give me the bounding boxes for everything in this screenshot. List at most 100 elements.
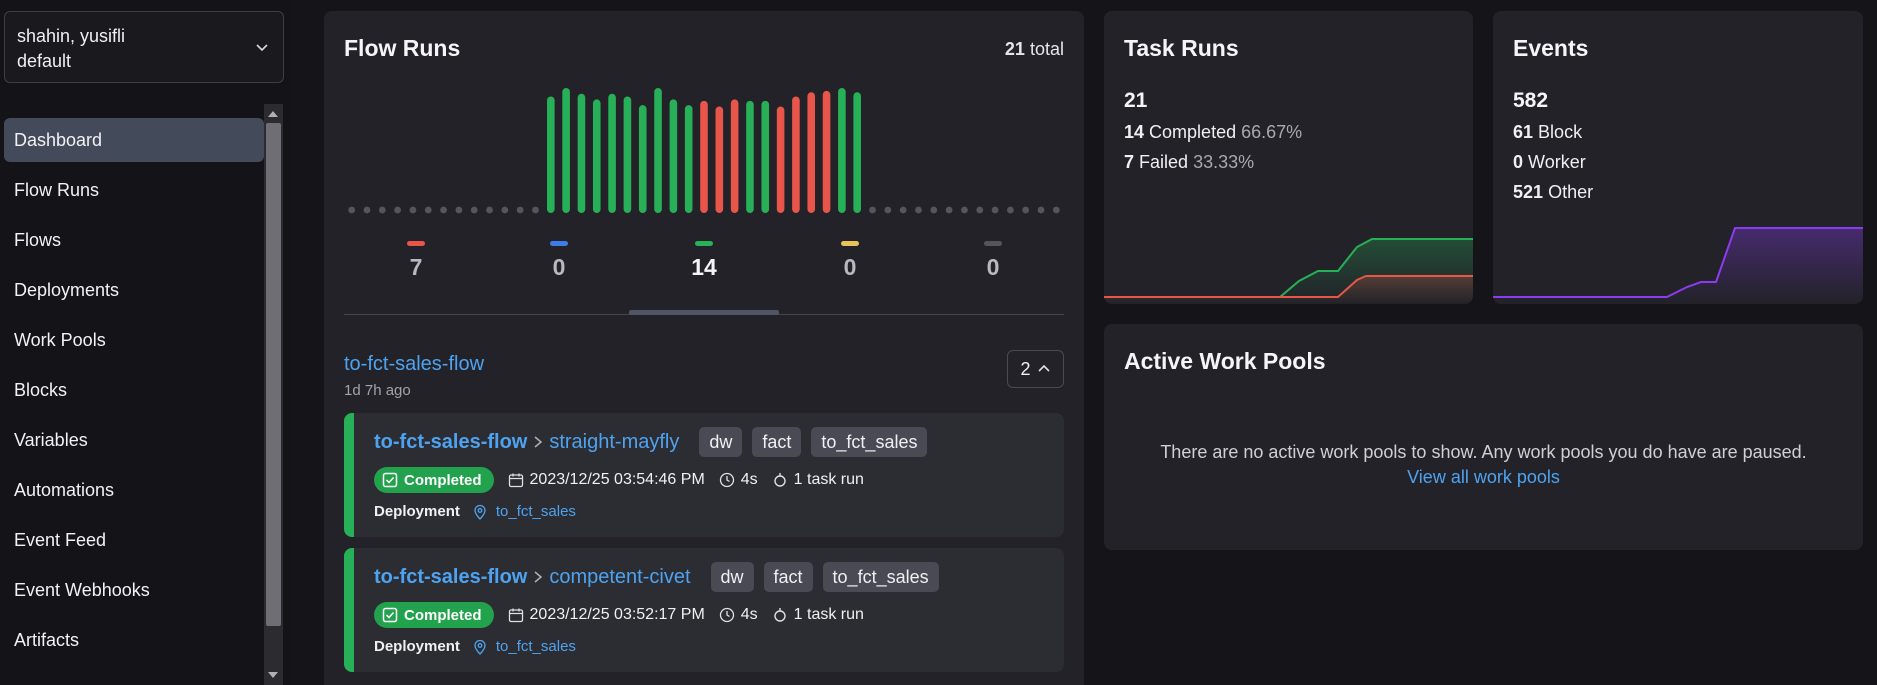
histogram-bar-completed[interactable] (638, 105, 647, 213)
state-tab-running[interactable]: 0 (529, 241, 589, 281)
empty-bucket-dot (486, 206, 493, 214)
flow-run-card[interactable]: to-fct-sales-flow competent-civet dw fac… (344, 548, 1064, 672)
state-color-pill (984, 241, 1002, 246)
nav-item-blocks[interactable]: Blocks (4, 368, 264, 412)
duration: 4s (740, 471, 758, 488)
histogram-bar-failed[interactable] (776, 106, 785, 214)
empty-bucket-dot (869, 206, 876, 214)
clock-icon (719, 607, 734, 623)
histogram-bar-completed[interactable] (547, 96, 555, 213)
histogram-bar-failed[interactable] (792, 96, 800, 213)
empty-bucket-dot (470, 206, 478, 214)
state-tab-failed[interactable]: 7 (386, 241, 446, 281)
collapse-group-button[interactable]: 2 (1007, 350, 1064, 388)
histogram-bar-failed[interactable] (822, 90, 831, 213)
empty-bucket-dot (394, 206, 402, 214)
run-name-link[interactable]: straight-mayfly (549, 431, 679, 454)
run-start-time: 2023/12/25 03:52:17 PM (508, 606, 705, 624)
empty-bucket-dot (991, 206, 999, 214)
empty-bucket-dot (378, 206, 386, 214)
empty-bucket-dot (1006, 206, 1014, 214)
active-tab-indicator (629, 310, 779, 315)
scroll-down-icon[interactable] (268, 672, 278, 678)
histogram-bar-completed[interactable] (838, 88, 846, 213)
histogram-bar-completed[interactable] (684, 105, 693, 213)
histogram-bar-failed[interactable] (715, 106, 724, 214)
state-count: 7 (409, 254, 423, 280)
histogram-bar-completed[interactable] (853, 92, 861, 213)
nav-item-dashboard[interactable]: Dashboard (4, 118, 264, 162)
block-count: 61 (1513, 122, 1534, 142)
histogram-bar-completed[interactable] (592, 99, 601, 213)
nav-item-event-webhooks[interactable]: Event Webhooks (4, 568, 264, 612)
workspace-name: default (17, 51, 72, 71)
scroll-up-icon[interactable] (268, 111, 278, 117)
completed-count: 14 (1124, 122, 1145, 142)
task-runs-card[interactable]: Task Runs 21 14 Completed 66.67% 7 Faile… (1104, 11, 1473, 304)
state-tab-pending[interactable]: 0 (820, 241, 880, 281)
flow-group-link[interactable]: to-fct-sales-flow (344, 353, 484, 376)
chevron-up-icon (1037, 364, 1050, 372)
worker-count: 0 (1513, 152, 1524, 172)
task-run-count: 1 task run (793, 471, 864, 488)
histogram-bar-completed[interactable] (577, 93, 586, 213)
flow-name-link[interactable]: to-fct-sales-flow (374, 566, 527, 589)
workspace-select[interactable]: shahin, yusifli default (4, 11, 284, 83)
flow-runs-histogram[interactable] (344, 81, 1064, 223)
nav-item-automations[interactable]: Automations (4, 468, 264, 512)
work-pools-empty-message: There are no active work pools to show. … (1160, 442, 1807, 462)
nav-item-artifacts[interactable]: Artifacts (4, 618, 264, 662)
flow-runs-total: 21 total (1005, 39, 1064, 60)
events-card[interactable]: Events 582 61 Block 0 Worker 521 Other (1493, 11, 1863, 304)
timestamp: 2023/12/25 03:52:17 PM (529, 606, 705, 623)
sidebar-scroll-thumb[interactable] (266, 123, 281, 626)
nav-item-event-feed[interactable]: Event Feed (4, 518, 264, 562)
chevron-right-icon (534, 571, 543, 583)
events-total: 582 (1513, 89, 1549, 112)
state-count: 0 (552, 254, 566, 280)
histogram-bar-completed[interactable] (761, 100, 770, 213)
histogram-bar-completed[interactable] (623, 96, 632, 213)
empty-bucket-dot (899, 206, 907, 214)
deployment-link[interactable]: to_fct_sales (496, 638, 576, 655)
calendar-icon (508, 608, 523, 623)
histogram-bar-completed[interactable] (746, 100, 754, 213)
status-label: Completed (404, 606, 482, 624)
deployment-link[interactable]: to_fct_sales (496, 503, 576, 520)
state-tab-cancelled[interactable]: 0 (963, 241, 1023, 281)
flow-runs-total-label: total (1029, 39, 1064, 59)
empty-bucket-dot (501, 206, 509, 214)
view-all-work-pools-link[interactable]: View all work pools (1104, 467, 1863, 488)
empty-bucket-dot (945, 206, 953, 214)
nav-item-deployments[interactable]: Deployments (4, 268, 264, 312)
main-nav: Dashboard Flow Runs Flows Deployments Wo… (4, 118, 264, 668)
status-badge: Completed (374, 602, 494, 628)
run-duration: 4s (719, 606, 758, 624)
nav-item-flows[interactable]: Flows (4, 218, 264, 262)
nav-item-flow-runs[interactable]: Flow Runs (4, 168, 264, 212)
state-tab-completed[interactable]: 14 (674, 241, 734, 281)
block-label: Block (1538, 122, 1583, 142)
flow-run-card[interactable]: to-fct-sales-flow straight-mayfly dw fac… (344, 413, 1064, 537)
group-count: 2 (1020, 358, 1031, 379)
histogram-bar-failed[interactable] (730, 99, 739, 213)
histogram-bar-completed[interactable] (608, 93, 616, 213)
histogram-bar-completed[interactable] (669, 99, 678, 213)
flow-name-link[interactable]: to-fct-sales-flow (374, 431, 527, 454)
task-runs-sparkline (1104, 238, 1473, 304)
empty-bucket-dot (532, 206, 539, 214)
run-name-link[interactable]: competent-civet (549, 566, 690, 589)
empty-bucket-dot (409, 206, 417, 214)
empty-bucket-dot (1022, 206, 1030, 214)
duration: 4s (740, 606, 758, 623)
nav-item-variables[interactable]: Variables (4, 418, 264, 462)
tag: dw (710, 562, 754, 592)
nav-item-work-pools[interactable]: Work Pools (4, 318, 264, 362)
histogram-bar-completed[interactable] (562, 88, 570, 213)
histogram-bar-failed[interactable] (700, 100, 708, 213)
status-badge: Completed (374, 467, 494, 493)
status-label: Completed (404, 471, 482, 489)
task-run-icon (773, 473, 786, 487)
histogram-bar-failed[interactable] (807, 92, 816, 213)
histogram-bar-completed[interactable] (654, 88, 662, 213)
